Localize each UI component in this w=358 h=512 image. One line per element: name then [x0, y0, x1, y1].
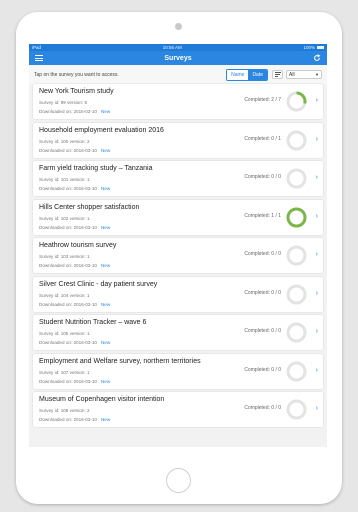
- clock: 10:56 AM: [162, 45, 182, 50]
- survey-row[interactable]: Heathrow tourism survey Survey id: 103 ve…: [33, 238, 323, 273]
- new-badge: New: [100, 147, 111, 153]
- progress-ring-icon: [286, 245, 307, 266]
- progress-ring-icon: [286, 91, 307, 112]
- chevron-right-icon[interactable]: ›: [316, 367, 318, 374]
- chevron-right-icon[interactable]: ›: [316, 213, 318, 220]
- completed-count: Completed: 1 / 1: [244, 212, 281, 219]
- new-badge: New: [100, 340, 111, 345]
- survey-list: New York Tourism study Survey id: 99 vers…: [29, 84, 327, 427]
- download-date: Downloaded on: 2016-03-10: [39, 340, 97, 345]
- survey-row[interactable]: Farm yield tracking study – Tanzania Surv…: [33, 161, 323, 196]
- survey-row[interactable]: Household employment evaluation 2016 Surv…: [33, 122, 323, 158]
- filter-select[interactable]: All ▼: [286, 70, 322, 79]
- battery-percent: 100%: [303, 45, 315, 50]
- survey-name: Silver Crest Clinic - day patient survey: [39, 280, 158, 288]
- survey-row[interactable]: Employment and Welfare survey, northern …: [33, 353, 323, 389]
- survey-name: Farm yield tracking study – Tanzania: [39, 165, 153, 172]
- survey-name: Employment and Welfare survey, northern …: [39, 357, 201, 365]
- chevron-right-icon[interactable]: ›: [316, 328, 318, 335]
- completed-count: Completed: 0 / 0: [244, 328, 281, 334]
- download-date: Downloaded on: 2016-03-10: [39, 263, 97, 268]
- filter-value: All: [289, 71, 295, 78]
- device-label: iPad: [32, 45, 42, 50]
- download-date: Downloaded on: 2016-03-10: [39, 186, 97, 191]
- progress-ring-icon: [286, 322, 307, 343]
- download-date: Downloaded on: 2016-03-10: [39, 147, 97, 153]
- progress-ring-icon: [286, 130, 307, 150]
- survey-row[interactable]: Silver Crest Clinic - day patient survey…: [33, 276, 323, 312]
- chevron-right-icon[interactable]: ›: [316, 290, 318, 297]
- new-badge: New: [100, 301, 111, 307]
- survey-name: New York Tourism study: [39, 88, 114, 95]
- download-date: Downloaded on: 2016-03-10: [39, 109, 97, 114]
- filter-toolbar: Tap on the survey you want to access. Na…: [29, 65, 327, 84]
- survey-name: Student Nutrition Tracker – wave 6: [39, 319, 147, 326]
- download-date: Downloaded on: 2016-03-10: [39, 417, 97, 422]
- home-button[interactable]: [166, 468, 191, 493]
- progress-ring-icon: [286, 207, 307, 227]
- survey-row[interactable]: Student Nutrition Tracker – wave 6 Survey…: [33, 315, 323, 350]
- progress-ring-icon: [286, 168, 307, 189]
- survey-name: Museum of Copenhagen visitor intention: [39, 396, 165, 403]
- new-badge: New: [100, 417, 111, 422]
- chevron-down-icon: ▼: [315, 72, 319, 77]
- survey-row[interactable]: Museum of Copenhagen visitor intention Su…: [33, 392, 323, 427]
- download-date: Downloaded on: 2016-03-10: [39, 378, 97, 384]
- chevron-right-icon[interactable]: ›: [316, 174, 318, 181]
- progress-ring-icon: [286, 361, 307, 381]
- completed-count: Completed: 0 / 1: [244, 135, 281, 142]
- sort-name-button[interactable]: Name: [227, 69, 249, 80]
- completed-count: Completed: 0 / 0: [244, 289, 281, 296]
- status-bar: iPad 10:56 AM 100%: [29, 44, 327, 51]
- completed-count: Completed: 0 / 0: [244, 251, 281, 257]
- sort-segment: Name Date: [226, 68, 268, 81]
- survey-row[interactable]: New York Tourism study Survey id: 99 vers…: [33, 84, 323, 119]
- page-title: Surveys: [164, 54, 192, 62]
- sort-order-icon[interactable]: [272, 70, 283, 79]
- completed-count: Completed: 2 / 7: [244, 97, 281, 103]
- menu-icon[interactable]: [35, 55, 43, 61]
- sort-date-button[interactable]: Date: [248, 69, 267, 80]
- new-badge: New: [100, 263, 111, 268]
- progress-ring-icon: [286, 284, 307, 304]
- completed-count: Completed: 0 / 0: [244, 405, 281, 411]
- survey-name: Household employment evaluation 2016: [39, 126, 164, 134]
- new-badge: New: [100, 186, 111, 191]
- chevron-right-icon[interactable]: ›: [316, 251, 318, 258]
- download-date: Downloaded on: 2016-03-10: [39, 301, 97, 307]
- completed-count: Completed: 0 / 0: [244, 366, 281, 373]
- battery-icon: [316, 46, 324, 49]
- nav-bar: Surveys: [29, 51, 327, 65]
- instruction-text: Tap on the survey you want to access.: [34, 71, 119, 78]
- new-badge: New: [100, 224, 111, 230]
- refresh-icon[interactable]: [313, 54, 321, 62]
- camera-dot: [175, 23, 182, 30]
- chevron-right-icon[interactable]: ›: [316, 405, 318, 412]
- survey-name: Hills Center shopper satisfaction: [39, 203, 140, 211]
- chevron-right-icon[interactable]: ›: [316, 136, 318, 143]
- download-date: Downloaded on: 2016-03-10: [39, 224, 97, 230]
- progress-ring-icon: [286, 399, 307, 420]
- new-badge: New: [100, 378, 111, 384]
- app-screen: iPad 10:56 AM 100% Surveys Tap on the su…: [29, 44, 327, 447]
- chevron-right-icon[interactable]: ›: [316, 97, 318, 104]
- survey-name: Heathrow tourism survey: [39, 242, 117, 249]
- new-badge: New: [100, 109, 111, 114]
- completed-count: Completed: 0 / 0: [244, 174, 281, 180]
- survey-row[interactable]: Hills Center shopper satisfaction Survey …: [33, 199, 323, 235]
